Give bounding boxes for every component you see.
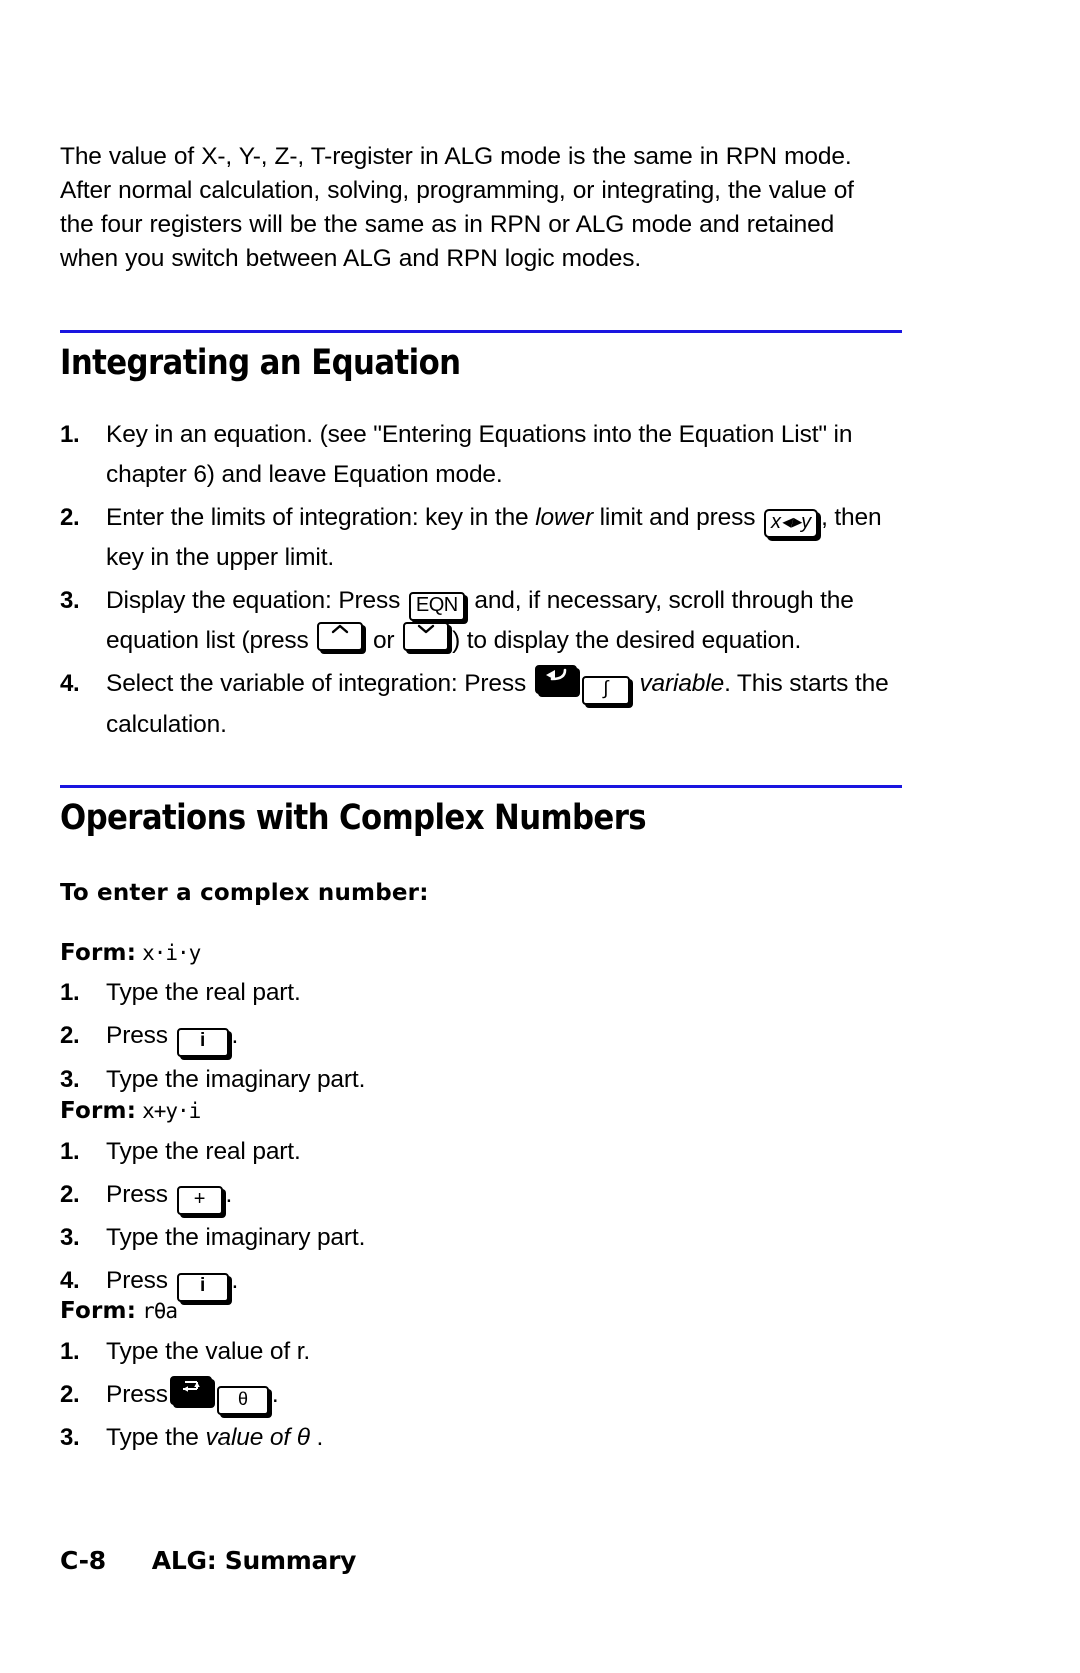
list-item: 2. Press +. [60, 1175, 905, 1215]
emphasis-value-of-theta: value of θ [205, 1424, 310, 1451]
key-left-shift-icon[interactable] [534, 665, 577, 694]
step-text: Type the imaginary part. [106, 1224, 366, 1251]
list-item: 1. Type the real part. [60, 973, 905, 1013]
form-label-text: Form: [60, 940, 137, 966]
key-x-exchange-y[interactable]: x◂▸y [764, 509, 819, 538]
step-text-part: . [231, 1022, 239, 1049]
step-number: 1. [60, 1338, 80, 1365]
step-number: 1. [60, 421, 80, 448]
footer-chapter-title: ALG: Summary [151, 1546, 357, 1575]
step-text: Type the value of θ . [106, 1418, 905, 1458]
key-i[interactable]: i [176, 1028, 229, 1057]
emphasis-lower: lower [535, 504, 593, 531]
list-item: 4. Press i. [60, 1261, 905, 1302]
section-rule [60, 785, 902, 788]
section-operations-with-complex-numbers: Operations with Complex Numbers [60, 785, 902, 838]
key-up-arrow[interactable] [317, 622, 364, 651]
step-text: Enter the limits of integration: key in … [106, 498, 905, 578]
step-text: Type the imaginary part. [106, 1066, 366, 1093]
section-title-complex-numbers: Operations with Complex Numbers [60, 798, 647, 838]
step-text: Display the equation: Press EQN and, if … [106, 581, 905, 661]
section-rule [60, 330, 902, 333]
step-text-part: . [309, 1424, 324, 1451]
list-item: 1. Type the real part. [60, 1132, 905, 1172]
key-eqn[interactable]: EQN [408, 592, 465, 621]
form-expression-lcd: x·i·y [142, 941, 201, 965]
steps-integrating: 1. Key in an equation. (see "Entering Eq… [60, 415, 905, 748]
form-label-2: Form: x+y·i [60, 1098, 201, 1124]
step-number: 3. [60, 1424, 80, 1451]
section-integrating-an-equation: Integrating an Equation [60, 330, 902, 383]
form-expression-lcd: x+y·i [142, 1099, 201, 1123]
step-text-part: limit and press [592, 504, 762, 531]
list-item: 2. Press θ. [60, 1375, 905, 1415]
intro-paragraph: The value of X-, Y-, Z-, T-register in A… [60, 142, 854, 272]
step-text: Type the real part. [106, 979, 301, 1006]
form-expression-lcd: rθa [142, 1299, 178, 1323]
step-text-part: Display the equation: Press [106, 587, 407, 614]
list-item: 3. Type the value of θ . [60, 1418, 905, 1458]
subheading-enter-complex-number: To enter a complex number: [60, 880, 429, 906]
step-text-part: Select the variable of integration: Pres… [106, 670, 533, 697]
step-text: Press +. [106, 1175, 905, 1215]
steps-form-3: 1. Type the value of r. 2. Press θ. 3. Ty… [60, 1332, 905, 1461]
step-text: Select the variable of integration: Pres… [106, 664, 905, 745]
step-text-part: or [366, 627, 402, 654]
step-text-part: Press [106, 1381, 168, 1408]
step-text: Type the real part. [106, 1138, 301, 1165]
step-text-part: Enter the limits of integration: key in … [106, 504, 536, 531]
step-number: 2. [60, 1181, 80, 1208]
step-text-part: . [271, 1381, 279, 1408]
step-text-part: . [225, 1181, 233, 1208]
list-item: 3. Display the equation: Press EQN and, … [60, 581, 905, 661]
step-number: 2. [60, 504, 80, 531]
key-polar-convert-icon[interactable] [169, 1376, 212, 1405]
step-text-part: Press [106, 1267, 175, 1294]
section-title-integrating: Integrating an Equation [60, 343, 461, 383]
key-i[interactable]: i [176, 1273, 229, 1302]
step-number: 2. [60, 1381, 80, 1408]
key-plus[interactable]: + [176, 1186, 223, 1215]
page-footer: C-8 ALG: Summary [60, 1546, 356, 1575]
step-text: Press i. [106, 1261, 905, 1302]
step-text-part: Type the [106, 1424, 206, 1451]
step-text-part: Press [106, 1181, 175, 1208]
step-number: 1. [60, 979, 80, 1006]
list-item: 3. Type the imaginary part. [60, 1218, 905, 1258]
key-theta[interactable]: θ [216, 1386, 269, 1415]
steps-form-2: 1. Type the real part. 2. Press +. 3. Ty… [60, 1132, 905, 1305]
key-integral[interactable]: ∫ [581, 676, 630, 705]
form-label-3: Form: rθa [60, 1298, 178, 1324]
form-label-text: Form: [60, 1098, 137, 1124]
key-down-arrow[interactable] [403, 622, 450, 651]
step-number: 4. [60, 1267, 80, 1294]
step-number: 2. [60, 1022, 80, 1049]
steps-form-1: 1. Type the real part. 2. Press i. 3. Ty… [60, 973, 905, 1103]
form-label-text: Form: [60, 1298, 137, 1324]
step-text: Key in an equation. (see "Entering Equat… [106, 421, 853, 488]
emphasis-variable: variable [639, 670, 725, 697]
step-text: Press i. [106, 1016, 905, 1057]
list-item: 4. Select the variable of integration: P… [60, 664, 905, 745]
step-number: 3. [60, 1224, 80, 1251]
step-text: Press θ. [106, 1375, 905, 1415]
manual-page: The value of X-, Y-, Z-, T-register in A… [0, 0, 1080, 1673]
form-label-1: Form: x·i·y [60, 940, 201, 966]
step-text-part: . [231, 1267, 239, 1294]
step-number: 1. [60, 1138, 80, 1165]
step-number: 4. [60, 670, 80, 697]
list-item: 1. Type the value of r. [60, 1332, 905, 1372]
step-number: 3. [60, 587, 80, 614]
list-item: 1. Key in an equation. (see "Entering Eq… [60, 415, 905, 495]
step-text-part: Press [106, 1022, 175, 1049]
list-item: 3. Type the imaginary part. [60, 1060, 905, 1100]
list-item: 2. Enter the limits of integration: key … [60, 498, 905, 578]
footer-page-number: C-8 [60, 1546, 106, 1575]
step-text-part: ) to display the desired equation. [452, 627, 802, 654]
step-text: Type the value of r. [106, 1338, 311, 1365]
list-item: 2. Press i. [60, 1016, 905, 1057]
step-number: 3. [60, 1066, 80, 1093]
